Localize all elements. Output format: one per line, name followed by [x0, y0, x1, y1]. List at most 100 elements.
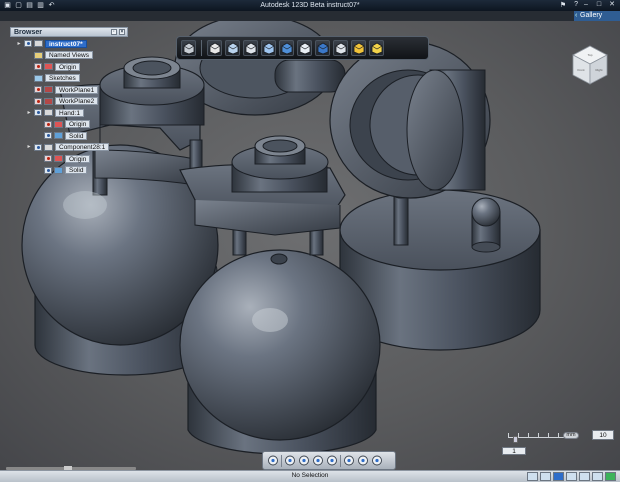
title-right-icons: ⚑ ?	[560, 1, 578, 9]
viewport-3d[interactable]: Browser · × ▸ instruct07* Named Views Origi…	[0, 21, 620, 470]
viewcube-right-label: Right	[595, 68, 602, 72]
visibility-on-icon[interactable]	[24, 40, 32, 47]
visibility-off-icon[interactable]	[34, 86, 42, 93]
plane-icon	[44, 97, 53, 105]
snap-icon[interactable]	[369, 40, 384, 56]
measure-icon[interactable]	[315, 40, 330, 56]
navbar-separator	[340, 454, 341, 467]
look-at-icon[interactable]	[326, 454, 338, 467]
front-claw	[179, 135, 346, 236]
browser-item[interactable]: Named Views	[26, 51, 93, 60]
maximize-icon[interactable]: □	[594, 1, 604, 9]
browser-item[interactable]: WorkPlane2	[26, 97, 99, 106]
snap-slider-handle[interactable]	[513, 436, 518, 443]
perspective-icon[interactable]	[592, 472, 603, 481]
browser-item[interactable]: Sketches	[26, 74, 80, 83]
primitives-icon[interactable]	[181, 40, 196, 56]
highlight	[63, 191, 107, 219]
browser-item[interactable]: Solid	[36, 166, 88, 175]
browser-item[interactable]: ▸ instruct07*	[16, 39, 87, 48]
zoom-icon[interactable]	[312, 454, 324, 467]
grid-toggle-icon[interactable]	[553, 472, 564, 481]
viewcube[interactable]: Top Front Right	[571, 44, 609, 86]
browser-item-label: Hand:1	[55, 108, 84, 117]
expand-icon[interactable]	[36, 121, 42, 127]
close-icon[interactable]: ✕	[607, 1, 617, 9]
expand-icon[interactable]	[26, 87, 32, 93]
undo-icon[interactable]: ↶	[47, 2, 56, 10]
unit-button[interactable]: mm	[563, 432, 579, 439]
visibility-off-icon[interactable]	[34, 97, 42, 105]
grid-value-field[interactable]: 10	[592, 430, 614, 440]
viewcube-front-label: Front	[577, 68, 584, 72]
visibility-off-icon[interactable]	[44, 120, 52, 128]
orbit-icon[interactable]	[298, 454, 310, 467]
plane-icon	[44, 86, 53, 93]
browser-item-label: Named Views	[45, 51, 93, 59]
help-icon[interactable]: ?	[574, 1, 578, 9]
expand-icon[interactable]	[36, 133, 42, 139]
browser-item-label: Sketches	[45, 74, 80, 82]
browser-item[interactable]: Origin	[36, 120, 91, 129]
pattern-icon[interactable]	[261, 40, 276, 56]
pan-icon[interactable]	[284, 454, 296, 467]
browser-item-label: WorkPlane1	[55, 85, 99, 94]
expand-icon[interactable]: ▸	[26, 144, 32, 150]
expand-icon[interactable]	[26, 98, 32, 104]
visibility-on-icon[interactable]	[34, 143, 42, 151]
combine-icon[interactable]	[297, 40, 312, 56]
browser-title: Browser	[14, 28, 43, 36]
performance-icon[interactable]	[605, 472, 616, 481]
close-panel-icon[interactable]: ×	[119, 29, 125, 35]
zoom-window-icon[interactable]	[371, 454, 383, 467]
expand-icon[interactable]	[26, 52, 32, 58]
visibility-on-icon[interactable]	[44, 132, 52, 139]
fit-icon[interactable]	[343, 454, 355, 467]
modify-icon[interactable]	[243, 40, 258, 56]
steering-wheel-icon[interactable]	[267, 454, 279, 467]
expand-icon[interactable]	[26, 75, 32, 81]
browser-item[interactable]: ▸ Component28:1	[26, 143, 110, 152]
navigation-bar	[262, 451, 396, 470]
construct-icon[interactable]	[225, 40, 240, 56]
browser-item[interactable]: Origin	[26, 62, 81, 71]
browser-panel: Browser · × ▸ instruct07* Named Views Origi…	[10, 27, 128, 177]
shaded-icon[interactable]	[540, 472, 551, 481]
snap-toggle-icon[interactable]	[566, 472, 577, 481]
sketch-icon[interactable]	[207, 40, 222, 56]
expand-icon[interactable]	[26, 64, 32, 70]
browser-header: Browser · ×	[10, 27, 128, 37]
new-icon[interactable]: ▢	[14, 2, 23, 10]
expand-icon[interactable]	[36, 167, 42, 173]
minimize-icon[interactable]: –	[581, 1, 591, 9]
view-icon[interactable]	[357, 454, 369, 467]
view-settings-icon[interactable]	[579, 472, 590, 481]
grouping-icon[interactable]	[279, 40, 294, 56]
sketch-icon	[34, 74, 43, 82]
visibility-off-icon[interactable]	[44, 155, 52, 162]
snap-grid-widget: mm 10 1	[502, 420, 616, 460]
browser-item[interactable]: Origin	[36, 154, 91, 163]
material-icon[interactable]	[351, 40, 366, 56]
visibility-on-icon[interactable]	[44, 166, 52, 174]
expand-icon[interactable]	[36, 156, 42, 162]
text-icon[interactable]	[333, 40, 348, 56]
display-mode-icon[interactable]	[527, 472, 538, 481]
expand-icon[interactable]: ▸	[16, 41, 22, 47]
browser-item[interactable]: WorkPlane1	[26, 85, 99, 94]
app-menu-icon[interactable]: ▣	[3, 2, 12, 10]
browser-item[interactable]: Solid	[36, 131, 88, 140]
solid-icon	[54, 132, 63, 139]
expand-icon[interactable]: ▸	[26, 110, 32, 116]
visibility-on-icon[interactable]	[34, 109, 42, 116]
browser-item[interactable]: ▸ Hand:1	[26, 108, 84, 117]
gallery-tab[interactable]: Gallery	[574, 11, 620, 21]
save-icon[interactable]: ▤	[25, 2, 34, 10]
quick-access-toolbar: ▣ ▢ ▤ ▥ ↶	[0, 2, 56, 10]
visibility-off-icon[interactable]	[34, 63, 42, 70]
snap-value-field[interactable]: 1	[502, 447, 526, 455]
pin-icon[interactable]: ·	[111, 29, 117, 35]
sign-in-icon[interactable]: ⚑	[560, 1, 566, 9]
comp-icon	[34, 40, 43, 47]
print-icon[interactable]: ▥	[36, 2, 45, 10]
